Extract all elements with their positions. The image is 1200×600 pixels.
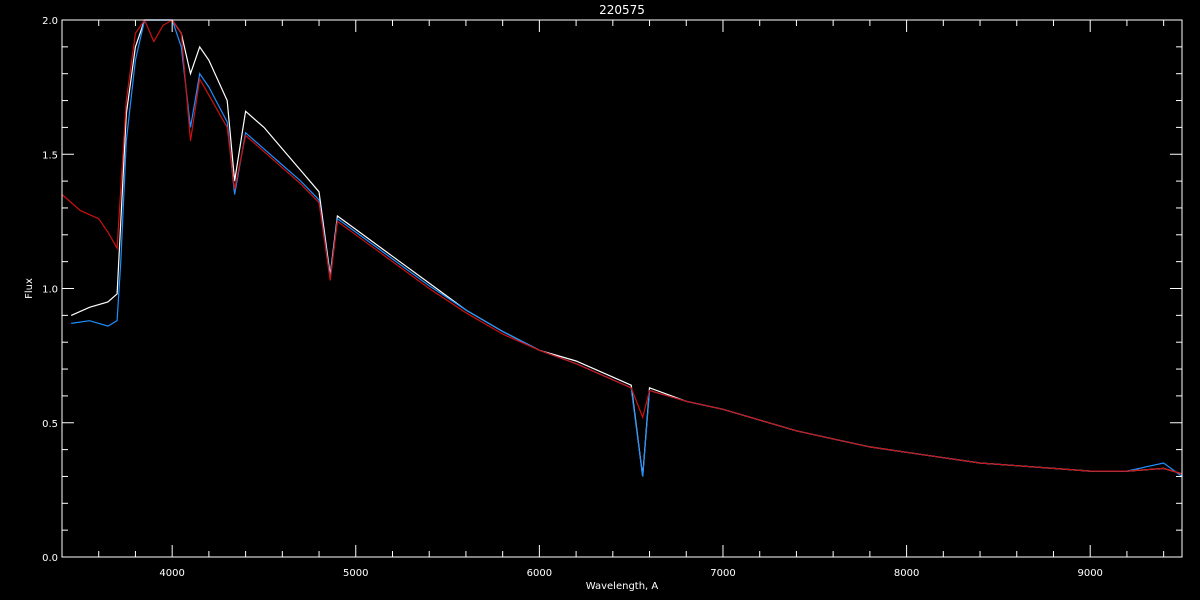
y-tick-label: 1.5 xyxy=(42,150,58,161)
y-tick-label: 0.5 xyxy=(42,419,58,430)
spectrum-chart: 4000 5000 6000 7000 8000 90000.00.51.01.52.0 … xyxy=(0,0,1200,600)
x-tick-label: 7000 xyxy=(710,568,735,579)
y-axis-label: Flux xyxy=(24,278,35,299)
x-tick-label: 9000 xyxy=(1077,568,1102,579)
x-tick-label: 8000 xyxy=(894,568,919,579)
x-tick-label: 4000 xyxy=(159,568,184,579)
chart-background xyxy=(0,0,1200,600)
x-axis-label: Wavelength, A xyxy=(586,581,659,592)
y-tick-label: 1.0 xyxy=(42,285,58,296)
x-tick-label: 5000 xyxy=(343,568,368,579)
y-tick-label: 2.0 xyxy=(42,16,58,27)
chart-title: 220575 xyxy=(599,3,645,17)
y-tick-label: 0.0 xyxy=(42,553,58,564)
x-tick-label: 6000 xyxy=(527,568,552,579)
